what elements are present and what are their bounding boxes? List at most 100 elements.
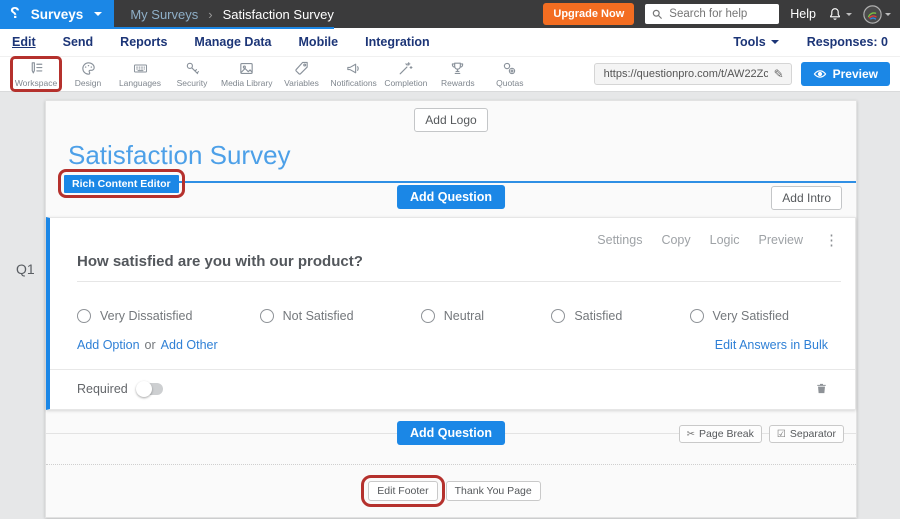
toolbar-item-security[interactable]: Security — [166, 60, 218, 88]
toolbar-label: Variables — [284, 78, 319, 88]
separator-label: Separator — [790, 428, 836, 440]
trash-icon — [815, 381, 828, 396]
question-copy-link[interactable]: Copy — [661, 233, 690, 247]
toolbar-item-rewards[interactable]: Rewards — [432, 60, 484, 88]
survey-url-input[interactable] — [602, 67, 770, 81]
option-label[interactable]: Not Satisfied — [283, 309, 354, 323]
add-intro-button[interactable]: Add Intro — [771, 186, 842, 210]
option-label[interactable]: Satisfied — [574, 309, 622, 323]
answer-option: Not Satisfied — [260, 309, 354, 323]
question-logic-link[interactable]: Logic — [710, 233, 740, 247]
tools-label: Tools — [733, 35, 765, 49]
help-link[interactable]: Help — [790, 7, 816, 21]
question-text[interactable]: How satisfied are you with our product? — [77, 253, 841, 282]
radio-button-icon[interactable] — [260, 309, 274, 323]
separator-checkbox-icon: ☑ — [777, 429, 786, 440]
radio-button-icon[interactable] — [690, 309, 704, 323]
search-input[interactable] — [667, 7, 773, 21]
toolbar-item-variables[interactable]: Variables — [276, 60, 328, 88]
annotation-box-rich-content-editor: Rich Content Editor — [58, 169, 185, 198]
responses-count[interactable]: Responses: 0 — [807, 35, 888, 49]
toolbar-item-design[interactable]: Design — [62, 60, 114, 88]
option-label[interactable]: Neutral — [444, 309, 484, 323]
image-icon — [238, 60, 255, 77]
scissors-icon: ✂ — [687, 429, 695, 440]
answer-option: Very Satisfied — [690, 309, 789, 323]
question-block: Q1 Settings Copy Logic Preview ⋮ How sat… — [46, 217, 856, 410]
bell-icon — [827, 6, 843, 22]
question-number: Q1 — [16, 261, 35, 277]
product-menu-label: Surveys — [31, 7, 84, 22]
rich-content-editor-badge[interactable]: Rich Content Editor — [64, 175, 179, 193]
breadcrumb: My Surveys › Satisfaction Survey — [130, 7, 334, 22]
option-label[interactable]: Very Satisfied — [713, 309, 789, 323]
upgrade-now-button[interactable]: Upgrade Now — [543, 3, 634, 25]
tab-send[interactable]: Send — [63, 35, 94, 49]
required-label: Required — [77, 382, 128, 396]
notifications-bell-menu[interactable] — [827, 6, 852, 22]
help-search-box[interactable] — [645, 4, 779, 24]
survey-url-field[interactable]: ✎ — [594, 63, 792, 85]
radio-button-icon[interactable] — [421, 309, 435, 323]
chevron-down-icon — [885, 13, 891, 16]
toolbar-label: Design — [75, 78, 101, 88]
toolbar-item-notifications[interactable]: Notifications — [328, 60, 380, 88]
add-logo-row: Add Logo — [46, 101, 856, 132]
radio-button-icon[interactable] — [77, 309, 91, 323]
tools-menu[interactable]: Tools — [733, 35, 778, 49]
account-menu[interactable] — [863, 5, 891, 24]
add-logo-button[interactable]: Add Logo — [414, 108, 487, 132]
delete-question-button[interactable] — [815, 381, 828, 396]
option-label[interactable]: Very Dissatisfied — [100, 309, 192, 323]
eye-icon — [813, 67, 827, 81]
product-switcher[interactable]: ? Surveys — [0, 0, 114, 28]
option-links-row: Add Option or Add Other Edit Answers in … — [77, 338, 828, 352]
tab-reports[interactable]: Reports — [120, 35, 167, 49]
chevron-down-icon — [94, 12, 102, 16]
separator-button[interactable]: ☑ Separator — [769, 425, 844, 443]
thank-you-page-button[interactable]: Thank You Page — [446, 481, 541, 501]
tab-edit[interactable]: Edit — [12, 35, 36, 49]
kebab-menu-icon[interactable]: ⋮ — [824, 231, 839, 249]
radio-button-icon[interactable] — [551, 309, 565, 323]
editor-toolbar: Workspace Design Languages Security Medi… — [0, 57, 900, 92]
tab-manage-data[interactable]: Manage Data — [194, 35, 271, 49]
workspace-icon — [28, 60, 45, 77]
toolbar-label: Rewards — [441, 78, 475, 88]
toolbar-item-quotas[interactable]: Quotas — [484, 60, 536, 88]
answer-option: Neutral — [421, 309, 484, 323]
answer-option: Very Dissatisfied — [77, 309, 192, 323]
question-preview-link[interactable]: Preview — [759, 233, 803, 247]
tab-mobile[interactable]: Mobile — [299, 35, 339, 49]
survey-title[interactable]: Satisfaction Survey — [68, 140, 856, 183]
survey-editor-panel: Add Logo Satisfaction Survey Rich Conten… — [45, 100, 857, 518]
edit-footer-button[interactable]: Edit Footer — [368, 481, 437, 501]
footer-divider — [46, 464, 856, 465]
annotation-box-edit-footer: Edit Footer — [361, 475, 444, 507]
tab-integration[interactable]: Integration — [365, 35, 430, 49]
add-question-button-top[interactable]: Add Question — [397, 185, 505, 209]
toolbar-label: Languages — [119, 78, 161, 88]
add-option-link[interactable]: Add Option — [77, 338, 140, 352]
breadcrumb-current-survey: Satisfaction Survey — [223, 7, 334, 22]
breadcrumb-my-surveys[interactable]: My Surveys — [130, 7, 198, 22]
chain-links-icon — [501, 60, 518, 77]
add-question-button-bottom[interactable]: Add Question — [397, 421, 505, 445]
toolbar-item-languages[interactable]: Languages — [114, 60, 166, 88]
breadcrumb-separator: › — [208, 7, 212, 22]
palette-icon — [80, 60, 97, 77]
question-settings-link[interactable]: Settings — [597, 233, 642, 247]
loading-progress-bar — [0, 27, 334, 29]
toolbar-item-media-library[interactable]: Media Library — [218, 60, 276, 88]
preview-button[interactable]: Preview — [801, 62, 890, 86]
share-cluster: ✎ Preview — [594, 62, 890, 86]
toolbar-item-completion[interactable]: Completion — [380, 60, 432, 88]
required-toggle[interactable] — [137, 383, 163, 395]
toolbar-label: Completion — [384, 78, 427, 88]
toolbar-label: Notifications — [331, 78, 377, 88]
edit-url-pencil-icon[interactable]: ✎ — [774, 67, 784, 81]
toolbar-item-workspace[interactable]: Workspace — [10, 60, 62, 88]
add-other-link[interactable]: Add Other — [161, 338, 218, 352]
edit-answers-in-bulk-link[interactable]: Edit Answers in Bulk — [715, 338, 828, 352]
page-break-button[interactable]: ✂ Page Break — [679, 425, 762, 443]
